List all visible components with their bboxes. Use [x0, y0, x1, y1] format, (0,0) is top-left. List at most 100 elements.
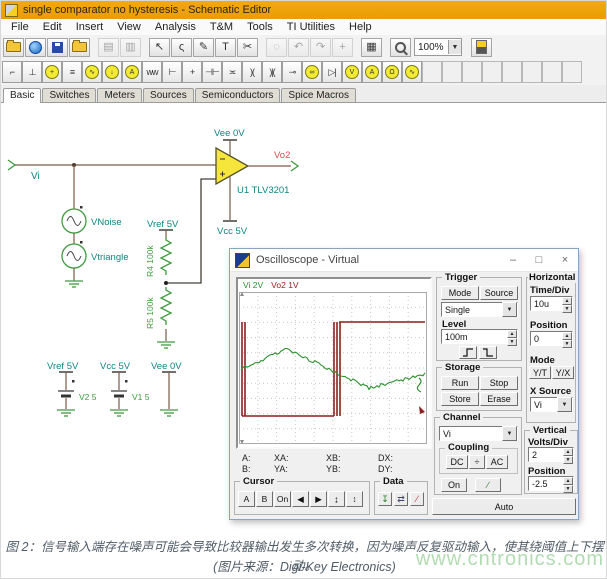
- toolbar-button[interactable]: [47, 38, 68, 57]
- cursor-button[interactable]: B: [256, 491, 273, 507]
- toolbar-button[interactable]: ↶: [288, 38, 309, 57]
- menu-item[interactable]: Analysis: [148, 21, 203, 33]
- component-tab[interactable]: Spice Macros: [281, 88, 356, 102]
- resistor-r4[interactable]: [161, 237, 171, 275]
- run-button[interactable]: Run: [441, 376, 479, 390]
- maximize-button[interactable]: □: [526, 250, 552, 270]
- toolbar-button[interactable]: ▤: [98, 38, 119, 57]
- cursor-button[interactable]: A: [238, 491, 255, 507]
- component-button[interactable]: [482, 61, 502, 83]
- channel-on-button[interactable]: On: [441, 478, 467, 492]
- cursor-button[interactable]: ▶: [310, 491, 327, 507]
- toolbar-button[interactable]: ✎: [193, 38, 214, 57]
- component-button[interactable]: A: [362, 61, 382, 83]
- chevron-down-icon[interactable]: ▼: [448, 40, 461, 54]
- trigger-source-button[interactable]: Source: [480, 286, 518, 300]
- component-button[interactable]: [542, 61, 562, 83]
- toolbar-button[interactable]: [383, 38, 389, 57]
- cursor-button[interactable]: ↕: [346, 491, 363, 507]
- component-button[interactable]: [562, 61, 582, 83]
- cursor-button[interactable]: ↨: [328, 491, 345, 507]
- toolbar-button[interactable]: T: [215, 38, 236, 57]
- menu-item[interactable]: TI Utilities: [280, 21, 342, 33]
- erase-button[interactable]: Erase: [480, 392, 518, 406]
- spinner[interactable]: ▲▼: [507, 330, 517, 343]
- yx-mode-button[interactable]: Y/X: [552, 366, 574, 379]
- oscilloscope-window[interactable]: Oscilloscope - Virtual – □ × Vi 2VVo2 1V: [229, 248, 579, 520]
- menu-item[interactable]: View: [110, 21, 148, 33]
- toolbar-button[interactable]: ▥: [120, 38, 141, 57]
- component-tab[interactable]: Switches: [42, 88, 96, 102]
- toolbar-button[interactable]: [69, 38, 90, 57]
- falling-edge-button[interactable]: [479, 346, 497, 359]
- component-button[interactable]: )|(: [262, 61, 282, 83]
- component-tab[interactable]: Semiconductors: [195, 88, 281, 102]
- component-button[interactable]: ⊢: [162, 61, 182, 83]
- opamp-symbol[interactable]: [216, 148, 248, 184]
- xsource-select[interactable]: Vi ▼: [530, 397, 573, 412]
- toolbar-button[interactable]: [3, 38, 24, 57]
- toolbar-button[interactable]: ς: [171, 38, 192, 57]
- toolbar-button[interactable]: ◌: [266, 38, 287, 57]
- auto-button[interactable]: Auto: [432, 498, 576, 515]
- data-button[interactable]: ∕: [410, 492, 424, 506]
- cursor-button[interactable]: On: [274, 491, 291, 507]
- component-button[interactable]: ∞: [302, 61, 322, 83]
- component-button[interactable]: ∿: [402, 61, 422, 83]
- yt-mode-button[interactable]: Y/T: [529, 366, 551, 379]
- toolbar-button[interactable]: ▦: [361, 38, 382, 57]
- spinner[interactable]: ▲▼: [562, 297, 572, 310]
- menu-item[interactable]: Tools: [240, 21, 280, 33]
- stop-button[interactable]: Stop: [480, 376, 518, 390]
- data-button[interactable]: ⇄: [394, 492, 408, 506]
- trigger-mode-select[interactable]: Single ▼: [441, 302, 518, 317]
- minimize-button[interactable]: –: [500, 250, 526, 270]
- oscilloscope-titlebar[interactable]: Oscilloscope - Virtual – □ ×: [230, 249, 578, 272]
- close-button[interactable]: ×: [552, 250, 578, 270]
- trigger-mode-button[interactable]: Mode: [441, 286, 479, 300]
- component-button[interactable]: )(: [242, 61, 262, 83]
- component-button[interactable]: ↓: [102, 61, 122, 83]
- component-button[interactable]: ≍: [222, 61, 242, 83]
- component-button[interactable]: ∿: [82, 61, 102, 83]
- chevron-down-icon[interactable]: ▼: [502, 426, 517, 441]
- component-button[interactable]: [522, 61, 542, 83]
- menu-item[interactable]: File: [4, 21, 36, 33]
- toolbar-button[interactable]: ↷: [310, 38, 331, 57]
- coupling-dc-button[interactable]: DC: [446, 455, 468, 469]
- component-button[interactable]: [462, 61, 482, 83]
- component-button[interactable]: +: [182, 61, 202, 83]
- spinner[interactable]: ▲▼: [562, 332, 572, 345]
- toolbar-button[interactable]: +: [332, 38, 353, 57]
- component-button[interactable]: ⌐: [2, 61, 22, 83]
- h-position-input[interactable]: 0 ▲▼: [530, 331, 573, 346]
- chevron-down-icon[interactable]: ▼: [557, 397, 572, 412]
- zoom-level-select[interactable]: 100% ▼: [414, 38, 462, 56]
- component-button[interactable]: [422, 61, 442, 83]
- component-button[interactable]: ⊣⊢: [202, 61, 222, 83]
- toolbar-button[interactable]: [354, 38, 360, 57]
- component-button[interactable]: ⊥: [22, 61, 42, 83]
- resistor-r5[interactable]: [161, 287, 171, 325]
- data-button[interactable]: ↧: [378, 492, 392, 506]
- cursor-button[interactable]: ◀: [292, 491, 309, 507]
- toolbar-button[interactable]: ↖: [149, 38, 170, 57]
- toolbar-button[interactable]: [259, 38, 265, 57]
- toolbar-button[interactable]: [390, 38, 411, 57]
- component-button[interactable]: V: [342, 61, 362, 83]
- spinner[interactable]: ▲▼: [563, 448, 573, 461]
- coupling-ac-button[interactable]: AC: [486, 455, 508, 469]
- menu-item[interactable]: Insert: [69, 21, 111, 33]
- toolbar-button[interactable]: [25, 38, 46, 57]
- component-button[interactable]: Ω: [382, 61, 402, 83]
- chevron-down-icon[interactable]: ▼: [502, 302, 517, 317]
- schematic-canvas[interactable]: Vi VNoise Vtriangle Vee 0V U1 TLV3: [1, 103, 607, 529]
- component-tab[interactable]: Sources: [143, 88, 194, 102]
- component-tab[interactable]: Meters: [97, 88, 142, 102]
- component-button[interactable]: [442, 61, 462, 83]
- trigger-level-input[interactable]: 100m ▲▼: [441, 329, 518, 344]
- toolbar-button[interactable]: [91, 38, 97, 57]
- coupling-gnd-button[interactable]: ÷: [469, 455, 485, 469]
- store-button[interactable]: Store: [441, 392, 479, 406]
- v-position-input[interactable]: -2.5 ▲▼: [528, 476, 574, 491]
